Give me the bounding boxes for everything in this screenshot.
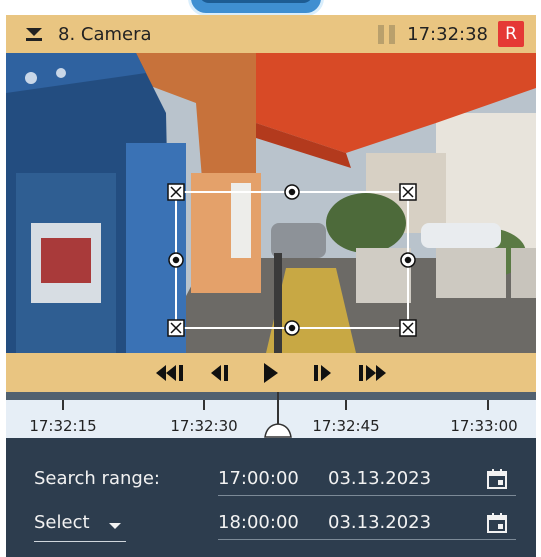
step-forward-button[interactable] — [296, 353, 346, 392]
playback-controls — [6, 353, 536, 392]
search-range-row: Search range: 17:00:00 03.13.2023 — [6, 458, 536, 498]
timeline-tick-label: 17:32:30 — [170, 417, 238, 435]
timeline-tick — [345, 400, 347, 410]
end-date-value: 03.13.2023 — [328, 512, 432, 533]
calendar-icon[interactable] — [486, 468, 508, 490]
timeline-tick — [487, 400, 489, 410]
start-datetime-field[interactable]: 17:00:00 03.13.2023 — [218, 466, 516, 496]
skip-to-start-icon — [156, 364, 183, 381]
timeline-tick-label: 17:32:45 — [312, 417, 380, 435]
start-date-value: 03.13.2023 — [328, 468, 432, 489]
camera-tab-cap — [188, 0, 324, 16]
timeline[interactable]: 17:32:15 17:32:30 17:32:45 17:33:00 — [6, 392, 536, 438]
collapse-menu-icon[interactable] — [24, 25, 44, 43]
select-label: Select — [34, 512, 90, 533]
camera-scene-image — [6, 53, 536, 353]
camera-title: 8. Camera — [58, 23, 152, 45]
pause-icon[interactable] — [378, 24, 396, 44]
timeline-tick-label: 17:33:00 — [450, 417, 518, 435]
timeline-tick — [203, 400, 205, 410]
play-button[interactable] — [246, 353, 296, 392]
camera-clock: 17:32:38 — [407, 23, 488, 45]
select-range-row: Select 18:00:00 03.13.2023 — [6, 502, 536, 542]
recording-badge: R — [498, 21, 524, 47]
timeline-cursor — [277, 392, 279, 426]
camera-header: 8. Camera 17:32:38 R — [6, 15, 536, 53]
video-frame[interactable] — [6, 53, 536, 353]
play-icon — [264, 362, 278, 383]
range-select-dropdown[interactable]: Select — [34, 510, 126, 542]
timeline-tick — [62, 400, 64, 410]
skip-to-end-icon — [359, 364, 386, 381]
end-datetime-field[interactable]: 18:00:00 03.13.2023 — [218, 510, 516, 540]
search-panel: Search range: 17:00:00 03.13.2023 Select… — [6, 438, 536, 557]
timeline-tick-label: 17:32:15 — [29, 417, 97, 435]
calendar-icon[interactable] — [486, 512, 508, 534]
search-range-label: Search range: — [34, 468, 160, 489]
end-time-value: 18:00:00 — [218, 512, 299, 533]
step-forward-icon — [314, 364, 331, 381]
timeline-cursor-handle-icon[interactable] — [263, 422, 293, 438]
skip-to-end-button[interactable] — [346, 353, 396, 392]
step-back-icon — [211, 364, 228, 381]
start-time-value: 17:00:00 — [218, 468, 299, 489]
step-back-button[interactable] — [196, 353, 246, 392]
chevron-down-icon — [109, 523, 121, 529]
skip-to-start-button[interactable] — [146, 353, 196, 392]
